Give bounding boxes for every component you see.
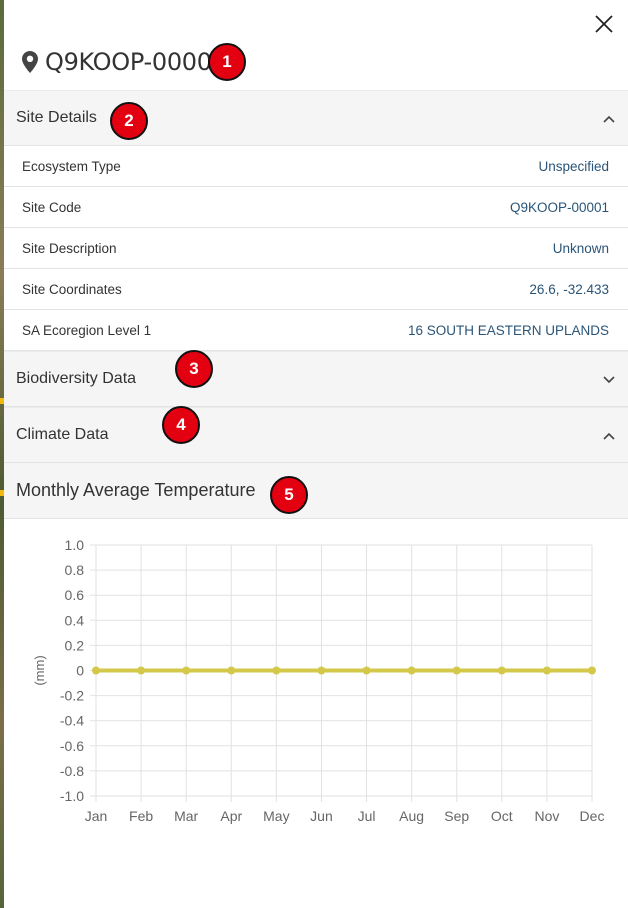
chevron-up-icon (603, 432, 615, 440)
chevron-up-icon (603, 115, 615, 123)
x-tick-label: Nov (534, 808, 559, 824)
y-axis-label: (mm) (32, 655, 47, 685)
data-point (588, 666, 596, 675)
detail-value: Q9KOOP-00001 (509, 199, 609, 215)
detail-value: Unspecified (538, 158, 609, 174)
data-point (407, 666, 416, 675)
x-tick-label: Feb (129, 808, 153, 824)
site-title-row: Q9KOOP-00001 (22, 44, 227, 80)
annotation-badge-5: 5 (270, 476, 308, 514)
detail-row: Site Description Unknown (4, 228, 628, 269)
y-tick-label: -0.6 (60, 738, 84, 754)
annotation-badge-3: 3 (175, 350, 213, 388)
section-site-details[interactable]: Site Details (4, 90, 628, 146)
data-point (362, 666, 371, 675)
data-point (452, 666, 461, 675)
y-tick-label: -0.4 (60, 713, 84, 729)
section-label: Biodiversity Data (16, 370, 137, 387)
x-tick-label: Aug (399, 808, 424, 824)
chart-canvas: 1.0 0.8 0.6 0.4 0.2 0 -0.2 -0.4 -0.6 -0.8 -1.0Jan F… (32, 537, 605, 824)
data-point (92, 666, 100, 675)
y-tick-label: 1.0 (65, 537, 85, 553)
data-point (542, 666, 551, 675)
detail-row: Site Code Q9KOOP-00001 (4, 187, 628, 228)
data-point (182, 666, 191, 675)
x-tick-label: Mar (174, 808, 198, 824)
y-tick-label: 0.6 (65, 587, 85, 603)
chevron-down-icon (603, 376, 615, 384)
y-tick-label: -0.2 (60, 688, 84, 704)
detail-label: Ecosystem Type (22, 158, 121, 174)
map-pin-icon (22, 51, 38, 73)
temperature-chart: 1.0 0.8 0.6 0.4 0.2 0 -0.2 -0.4 -0.6 -0.8 -1.0 Jan F… (4, 519, 628, 839)
section-label: Climate Data (16, 426, 109, 443)
annotation-badge-4: 4 (162, 406, 200, 444)
x-tick-label: Apr (220, 808, 242, 824)
detail-label: Site Coordinates (22, 281, 122, 297)
y-tick-label: 0.8 (65, 562, 85, 578)
x-tick-label: Sep (444, 808, 469, 824)
y-tick-label: -0.8 (60, 763, 84, 779)
detail-row: SA Ecoregion Level 1 16 SOUTH EASTERN UP… (4, 310, 628, 351)
detail-row: Ecosystem Type Unspecified (4, 146, 628, 187)
site-detail-panel: Q9KOOP-00001 1 Site Details 2 Ecosystem … (4, 0, 628, 908)
data-point (317, 666, 326, 675)
detail-label: Site Code (22, 199, 82, 215)
close-button[interactable] (594, 14, 614, 34)
detail-value: 16 SOUTH EASTERN UPLANDS (407, 322, 609, 338)
y-tick-label: 0 (76, 663, 84, 679)
detail-value: Unknown (552, 240, 609, 256)
data-point (497, 666, 506, 675)
x-tick-label: Dec (580, 808, 605, 824)
y-tick-label: 0.4 (65, 612, 85, 628)
detail-label: SA Ecoregion Level 1 (22, 322, 152, 338)
detail-row: Site Coordinates 26.6, -32.433 (4, 269, 628, 310)
chart-header: Monthly Average Temperature (4, 463, 628, 519)
section-label: Site Details (16, 109, 97, 126)
y-tick-label: -1.0 (60, 788, 84, 804)
detail-value: 26.6, -32.433 (529, 281, 609, 297)
annotation-badge-2: 2 (110, 102, 148, 140)
y-tick-label: 0.2 (65, 637, 85, 653)
x-tick-label: Jan (85, 808, 108, 824)
section-biodiversity-data[interactable]: Biodiversity Data (4, 351, 628, 407)
x-tick-label: Jul (358, 808, 376, 824)
x-tick-label: Oct (491, 808, 513, 824)
close-icon (595, 15, 613, 33)
x-tick-label: May (263, 808, 289, 824)
detail-label: Site Description (22, 240, 117, 256)
section-climate-data[interactable]: Climate Data (4, 407, 628, 463)
data-point (227, 666, 236, 675)
data-point (272, 666, 281, 675)
annotation-badge-1: 1 (208, 43, 246, 81)
page-title: Q9KOOP-00001 (45, 48, 227, 76)
x-tick-label: Jun (310, 808, 333, 824)
data-point (137, 666, 146, 675)
chart-title: Monthly Average Temperature (16, 480, 256, 500)
